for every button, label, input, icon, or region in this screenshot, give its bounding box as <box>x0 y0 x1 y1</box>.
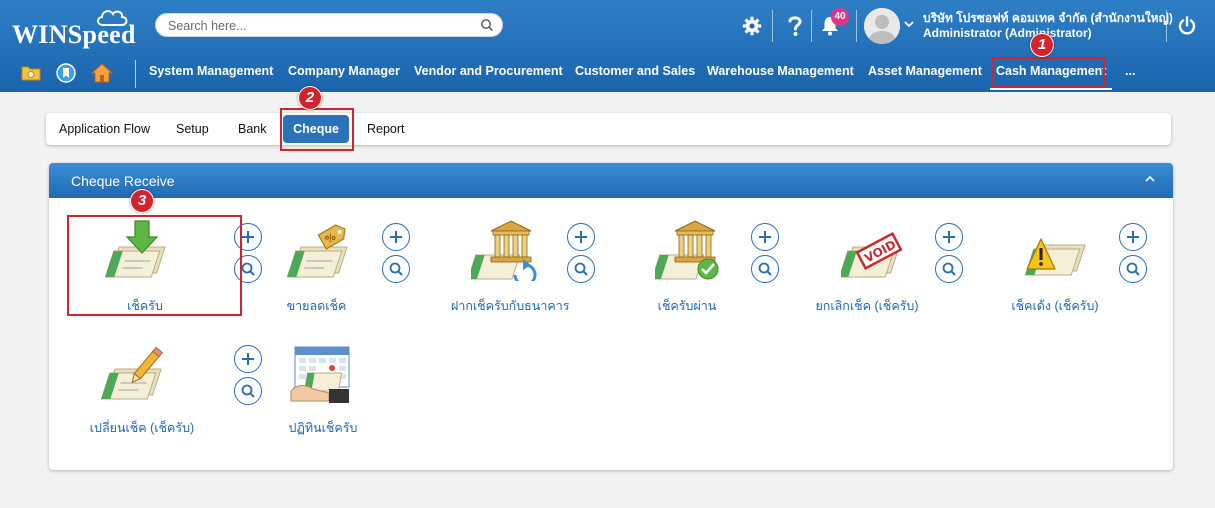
settings-button[interactable] <box>740 12 764 40</box>
tab-bank[interactable]: Bank <box>238 113 267 145</box>
menu-vendor-and-procurement[interactable]: Vendor and Procurement <box>414 64 563 78</box>
app-logo[interactable]: WINSpeed <box>12 6 137 52</box>
plus-icon <box>759 231 771 243</box>
plus-icon <box>1127 231 1139 243</box>
tile-cheque-bounced[interactable]: เช็คเด้ง (เช็ครับ) <box>1001 219 1185 319</box>
sub-tab-bar: Application Flow Setup Bank Cheque Repor… <box>46 113 1171 145</box>
tile-label[interactable]: เช็คเด้ง (เช็ครับ) <box>1005 296 1105 316</box>
logout-button[interactable] <box>1175 12 1199 40</box>
question-mark-icon <box>788 16 802 36</box>
magnifier-icon <box>942 262 956 276</box>
cheque-receive-panel: Cheque Receive เช็ครับ % ขายลดเช็ค ฝากเช… <box>49 163 1173 470</box>
help-button[interactable] <box>783 12 807 40</box>
panel-header[interactable]: Cheque Receive <box>49 163 1173 198</box>
plus-icon <box>575 231 587 243</box>
highlight-box-cheque-receive-tile <box>67 215 242 316</box>
magnifier-icon <box>389 262 403 276</box>
cheque-bank-check-icon <box>655 220 719 280</box>
add-button[interactable] <box>234 345 262 373</box>
search-icon[interactable] <box>480 18 494 32</box>
user-name: Administrator (Administrator) <box>923 26 1092 40</box>
cheque-discount-tag-icon: % <box>287 224 348 278</box>
search-button[interactable] <box>935 255 963 283</box>
search-box[interactable] <box>155 13 503 37</box>
search-button[interactable] <box>382 255 410 283</box>
step-number-2: 2 <box>298 86 322 110</box>
menu-more[interactable]: ... <box>1125 64 1135 78</box>
add-button[interactable] <box>567 223 595 251</box>
tile-label[interactable]: ขายลดเช็ค <box>279 296 354 316</box>
tile-label[interactable]: ยกเลิกเช็ค (เช็ครับ) <box>811 296 923 316</box>
magnifier-icon <box>574 262 588 276</box>
magnifier-icon <box>241 262 255 276</box>
menu-divider <box>135 60 136 88</box>
tile-cheque-void[interactable]: VOID ยกเลิกเช็ค (เช็ครับ) <box>815 219 1001 319</box>
menu-warehouse-management[interactable]: Warehouse Management <box>707 64 854 78</box>
add-button[interactable] <box>935 223 963 251</box>
cheque-warning-icon <box>1024 238 1086 276</box>
tile-cheque-cleared[interactable]: เช็ครับผ่าน <box>637 219 821 319</box>
cheque-void-icon: VOID <box>841 231 903 278</box>
home-icon[interactable] <box>91 62 113 84</box>
highlight-box-cash-management <box>992 57 1105 87</box>
menu-customer-and-sales[interactable]: Customer and Sales <box>575 64 695 78</box>
add-button[interactable] <box>751 223 779 251</box>
highlight-box-cheque-tab <box>280 108 354 151</box>
search-input[interactable] <box>168 17 468 35</box>
gear-icon <box>742 16 762 36</box>
search-button[interactable] <box>1119 255 1147 283</box>
header-divider <box>1166 10 1167 42</box>
header-divider <box>856 10 857 42</box>
menu-company-manager[interactable]: Company Manager <box>288 64 400 78</box>
cheque-bank-deposit-icon <box>471 220 537 281</box>
tile-cheque-change[interactable]: เปลี่ยนเช็ค (เช็ครับ) <box>85 341 269 441</box>
plus-icon <box>943 231 955 243</box>
tile-label[interactable]: เช็ครับผ่าน <box>657 296 717 316</box>
cheque-pencil-icon <box>101 346 163 400</box>
chevron-down-icon <box>904 20 914 27</box>
plus-icon <box>390 231 402 243</box>
bookmark-icon[interactable] <box>55 62 77 84</box>
plus-icon <box>242 231 254 243</box>
tile-cheque-discount[interactable]: % ขายลดเช็ค <box>269 219 453 319</box>
add-button[interactable] <box>382 223 410 251</box>
search-button[interactable] <box>234 377 262 405</box>
header-divider <box>772 10 773 42</box>
notification-badge: 40 <box>831 8 849 26</box>
magnifier-icon <box>758 262 772 276</box>
tile-cheque-bank-deposit[interactable]: ฝากเช็ครับกับธนาคาร <box>449 219 633 319</box>
step-number-3: 3 <box>130 189 154 213</box>
tile-label[interactable]: ฝากเช็ครับกับธนาคาร <box>451 296 569 316</box>
step-number-1: 1 <box>1030 33 1054 57</box>
cheque-calendar-icon <box>290 346 350 403</box>
header-divider <box>811 10 812 42</box>
tab-report[interactable]: Report <box>367 113 405 145</box>
tile-label[interactable]: เปลี่ยนเช็ค (เช็ครับ) <box>85 418 199 438</box>
magnifier-icon <box>241 384 255 398</box>
tile-cheque-calendar[interactable]: ปฏิทินเช็ครับ <box>269 341 453 441</box>
tab-setup[interactable]: Setup <box>176 113 209 145</box>
add-button[interactable] <box>1119 223 1147 251</box>
avatar[interactable] <box>864 8 900 44</box>
user-silhouette-icon <box>864 8 900 44</box>
panel-title: Cheque Receive <box>71 173 175 189</box>
tile-label[interactable]: ปฏิทินเช็ครับ <box>283 418 363 438</box>
menu-system-management[interactable]: System Management <box>149 64 273 78</box>
search-button[interactable] <box>751 255 779 283</box>
chevron-up-icon[interactable] <box>1143 172 1157 186</box>
plus-icon <box>242 353 254 365</box>
power-icon <box>1178 16 1196 35</box>
search-button[interactable] <box>567 255 595 283</box>
tab-application-flow[interactable]: Application Flow <box>59 113 150 145</box>
magnifier-icon <box>1126 262 1140 276</box>
user-menu-toggle[interactable] <box>903 18 915 30</box>
menu-asset-management[interactable]: Asset Management <box>868 64 982 78</box>
folder-icon[interactable] <box>20 62 42 84</box>
logo-text: WINSpeed <box>12 20 136 49</box>
